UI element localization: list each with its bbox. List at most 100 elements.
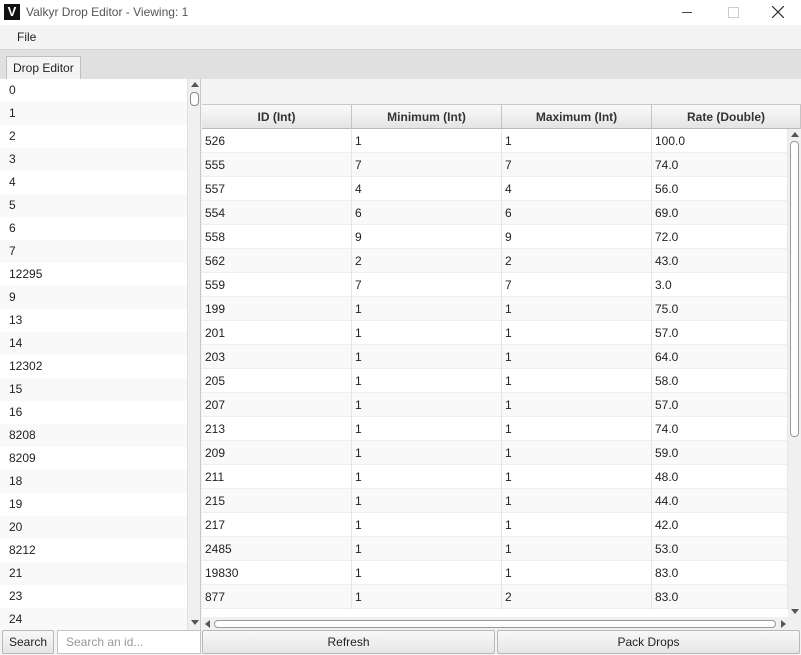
scroll-down-icon[interactable]	[191, 620, 199, 625]
table-row[interactable]: 557 4 4 56.0	[202, 177, 788, 201]
column-header-rate[interactable]: Rate (Double)	[652, 105, 801, 129]
table-row[interactable]: 555 7 7 74.0	[202, 153, 788, 177]
scroll-thumb[interactable]	[190, 92, 199, 106]
cell-maximum: 1	[502, 321, 652, 345]
cell-rate: 48.0	[652, 465, 788, 489]
cell-maximum: 1	[502, 129, 652, 153]
id-list-item[interactable]: 12302	[0, 355, 187, 378]
id-list-item[interactable]: 19	[0, 493, 187, 516]
scroll-left-icon[interactable]	[205, 620, 210, 628]
scroll-thumb[interactable]	[214, 620, 776, 628]
app-window: V Valkyr Drop Editor - Viewing: 1 File D…	[0, 0, 801, 655]
scroll-thumb[interactable]	[790, 141, 799, 437]
table-row[interactable]: 213 1 1 74.0	[202, 417, 788, 441]
table-row[interactable]: 209 1 1 59.0	[202, 441, 788, 465]
cell-rate: 69.0	[652, 201, 788, 225]
scroll-down-icon[interactable]	[791, 609, 799, 614]
table-row[interactable]: 877 1 2 83.0	[202, 585, 788, 609]
id-list-item[interactable]: 2	[0, 125, 187, 148]
table-row[interactable]: 201 1 1 57.0	[202, 321, 788, 345]
table-row[interactable]: 205 1 1 58.0	[202, 369, 788, 393]
cell-id: 213	[202, 417, 352, 441]
cell-minimum: 1	[352, 513, 502, 537]
id-list-item[interactable]: 13	[0, 309, 187, 332]
column-header-id[interactable]: ID (Int)	[202, 105, 352, 129]
cell-maximum: 1	[502, 537, 652, 561]
cell-id: 554	[202, 201, 352, 225]
table-row[interactable]: 2485 1 1 53.0	[202, 537, 788, 561]
id-list-item[interactable]: 1	[0, 102, 187, 125]
cell-rate: 74.0	[652, 417, 788, 441]
table-row[interactable]: 526 1 1 100.0	[202, 129, 788, 153]
scroll-right-icon[interactable]	[781, 620, 786, 628]
column-header-maximum[interactable]: Maximum (Int)	[502, 105, 652, 129]
table-row[interactable]: 211 1 1 48.0	[202, 465, 788, 489]
table-row[interactable]: 562 2 2 43.0	[202, 249, 788, 273]
cell-id: 199	[202, 297, 352, 321]
table-horizontal-scrollbar[interactable]	[202, 617, 801, 630]
table-row[interactable]: 217 1 1 42.0	[202, 513, 788, 537]
cell-rate: 59.0	[652, 441, 788, 465]
table-row[interactable]: 199 1 1 75.0	[202, 297, 788, 321]
tab-drop-editor[interactable]: Drop Editor	[6, 56, 81, 80]
id-list-item[interactable]: 9	[0, 286, 187, 309]
scroll-up-icon[interactable]	[191, 82, 199, 87]
minimize-button[interactable]	[664, 0, 710, 25]
cell-minimum: 9	[352, 225, 502, 249]
table-row[interactable]: 207 1 1 57.0	[202, 393, 788, 417]
pack-drops-button[interactable]: Pack Drops	[497, 630, 800, 654]
table-row[interactable]: 559 7 7 3.0	[202, 273, 788, 297]
id-list-item[interactable]: 15	[0, 378, 187, 401]
id-list-item[interactable]: 21	[0, 562, 187, 585]
cell-maximum: 2	[502, 249, 652, 273]
id-list-item[interactable]: 8212	[0, 539, 187, 562]
cell-maximum: 1	[502, 345, 652, 369]
id-list-item[interactable]: 8208	[0, 424, 187, 447]
search-button[interactable]: Search	[2, 630, 54, 654]
menu-file[interactable]: File	[10, 28, 43, 46]
cell-rate: 83.0	[652, 561, 788, 585]
column-header-minimum[interactable]: Minimum (Int)	[352, 105, 502, 129]
id-list-item[interactable]: 6	[0, 217, 187, 240]
table-body: 526 1 1 100.0 555 7 7 74.0 557 4 4 56.0 554 6 6 69.0 558…	[202, 129, 788, 619]
cell-id: 207	[202, 393, 352, 417]
cell-maximum: 1	[502, 297, 652, 321]
id-list-item[interactable]: 14	[0, 332, 187, 355]
cell-minimum: 1	[352, 441, 502, 465]
table-vertical-scrollbar[interactable]	[788, 129, 801, 619]
id-list: 0 1 2 3 4 5 6 7 12295 9 13 14 12302 15 16 8208 8209 18 19 2…	[0, 79, 201, 630]
cell-minimum: 1	[352, 561, 502, 585]
table-row[interactable]: 554 6 6 69.0	[202, 201, 788, 225]
id-list-item[interactable]: 20	[0, 516, 187, 539]
table-row[interactable]: 558 9 9 72.0	[202, 225, 788, 249]
cell-id: 203	[202, 345, 352, 369]
cell-rate: 74.0	[652, 153, 788, 177]
table-row[interactable]: 19830 1 1 83.0	[202, 561, 788, 585]
id-list-item[interactable]: 16	[0, 401, 187, 424]
refresh-button[interactable]: Refresh	[202, 630, 495, 654]
maximize-button[interactable]	[710, 0, 756, 25]
table-row[interactable]: 203 1 1 64.0	[202, 345, 788, 369]
cell-minimum: 4	[352, 177, 502, 201]
drops-table: ID (Int) Minimum (Int) Maximum (Int) Rat…	[202, 104, 801, 630]
id-list-item[interactable]: 0	[0, 79, 187, 102]
id-list-item[interactable]: 3	[0, 148, 187, 171]
cell-id: 205	[202, 369, 352, 393]
id-list-item[interactable]: 18	[0, 470, 187, 493]
table-row[interactable]: 215 1 1 44.0	[202, 489, 788, 513]
id-list-item[interactable]: 24	[0, 608, 187, 630]
cell-maximum: 7	[502, 153, 652, 177]
id-list-item[interactable]: 5	[0, 194, 187, 217]
id-list-item[interactable]: 12295	[0, 263, 187, 286]
close-button[interactable]	[755, 0, 801, 25]
cell-rate: 75.0	[652, 297, 788, 321]
id-list-scrollbar[interactable]	[187, 79, 200, 630]
search-input[interactable]	[57, 630, 201, 654]
scroll-up-icon[interactable]	[791, 132, 799, 137]
id-list-item[interactable]: 7	[0, 240, 187, 263]
id-list-item[interactable]: 8209	[0, 447, 187, 470]
id-list-item[interactable]: 23	[0, 585, 187, 608]
id-list-item[interactable]: 4	[0, 171, 187, 194]
cell-id: 217	[202, 513, 352, 537]
cell-minimum: 1	[352, 345, 502, 369]
